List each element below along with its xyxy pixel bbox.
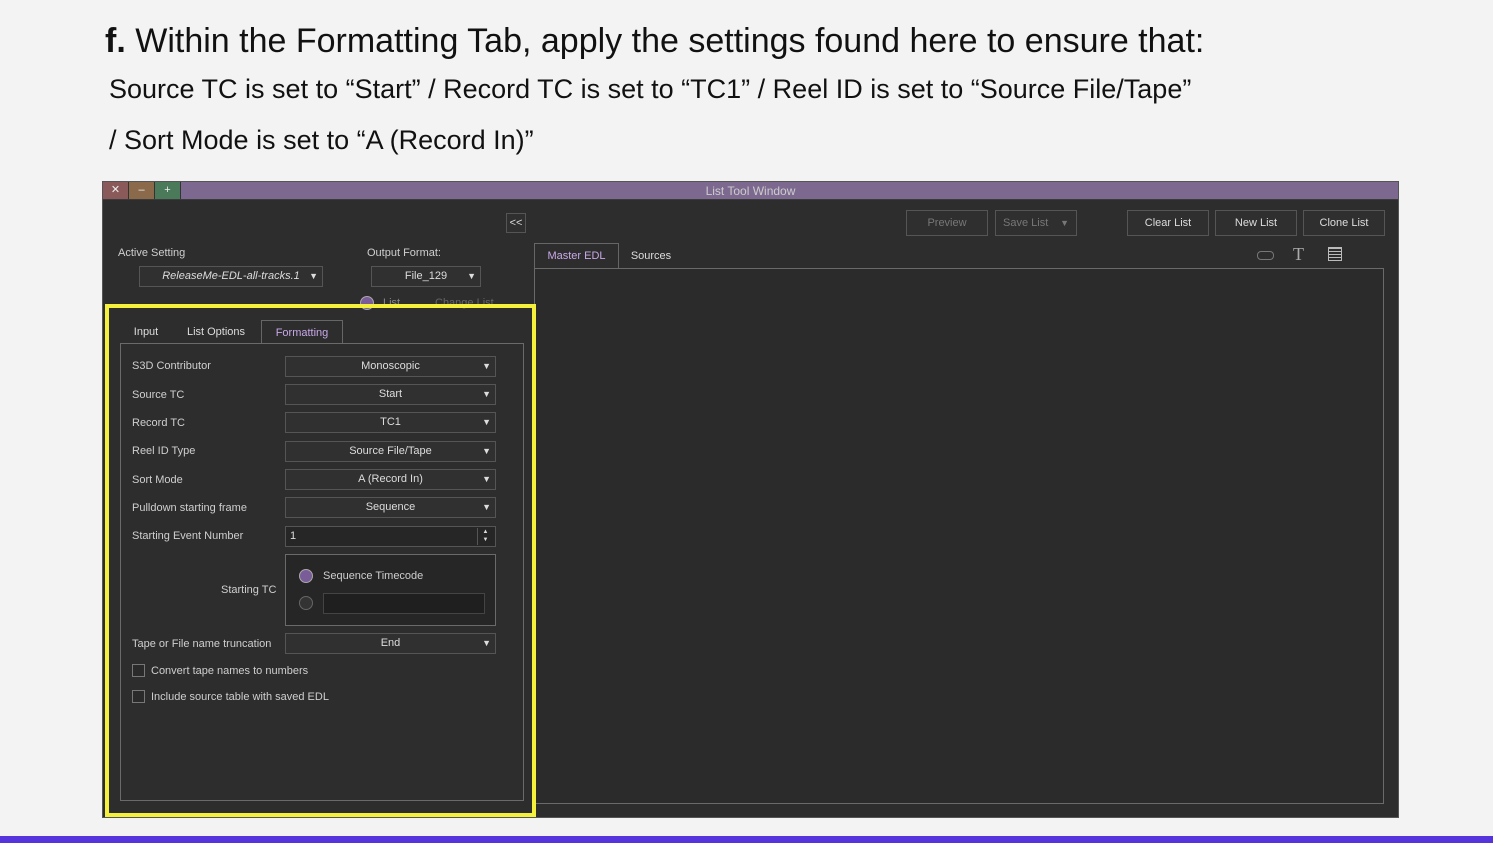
save-list-label: Save List [1003, 217, 1049, 229]
title-prefix: f. [105, 22, 126, 60]
clone-list-button[interactable]: Clone List [1303, 210, 1385, 236]
save-list-button[interactable]: Save List ▼ [995, 210, 1077, 236]
active-setting-label: Active Setting [118, 247, 186, 259]
slide-bottom-bar [0, 836, 1493, 843]
active-setting-dropdown[interactable]: ReleaseMe-EDL-all-tracks.1 ▼ [139, 266, 323, 287]
title-text: Within the Formatting Tab, apply the set… [135, 22, 1205, 60]
instruction-line-2: / Sort Mode is set to “A (Record In)” [109, 125, 534, 155]
tab-sources[interactable]: Sources [623, 244, 679, 268]
window-titlebar: ✕ – + List Tool Window [103, 182, 1398, 200]
new-list-button[interactable]: New List [1215, 210, 1297, 236]
clear-list-button[interactable]: Clear List [1127, 210, 1209, 236]
link-icon[interactable] [1257, 251, 1274, 260]
output-format-value: File_129 [404, 270, 448, 282]
chevron-down-icon: ▼ [467, 271, 476, 281]
output-format-dropdown[interactable]: File_129 ▼ [371, 266, 481, 287]
collapse-button[interactable]: << [506, 213, 526, 233]
output-format-label: Output Format: [367, 247, 441, 259]
window-title: List Tool Window [705, 184, 796, 198]
active-setting-value: ReleaseMe-EDL-all-tracks.1 [162, 270, 300, 282]
preview-button[interactable]: Preview [906, 210, 988, 236]
list-view-icon[interactable] [1328, 247, 1342, 261]
master-edl-view [534, 268, 1384, 804]
tab-master-edl[interactable]: Master EDL [534, 243, 619, 269]
chevron-down-icon: ▼ [1060, 218, 1069, 228]
formatting-highlight-box [105, 304, 536, 817]
instruction-line-1: Source TC is set to “Start” / Record TC … [109, 74, 1192, 104]
chevron-down-icon: ▼ [309, 271, 318, 281]
text-icon[interactable]: T [1293, 244, 1304, 265]
slide-title: f. Within the Formatting Tab, apply the … [105, 22, 1204, 61]
